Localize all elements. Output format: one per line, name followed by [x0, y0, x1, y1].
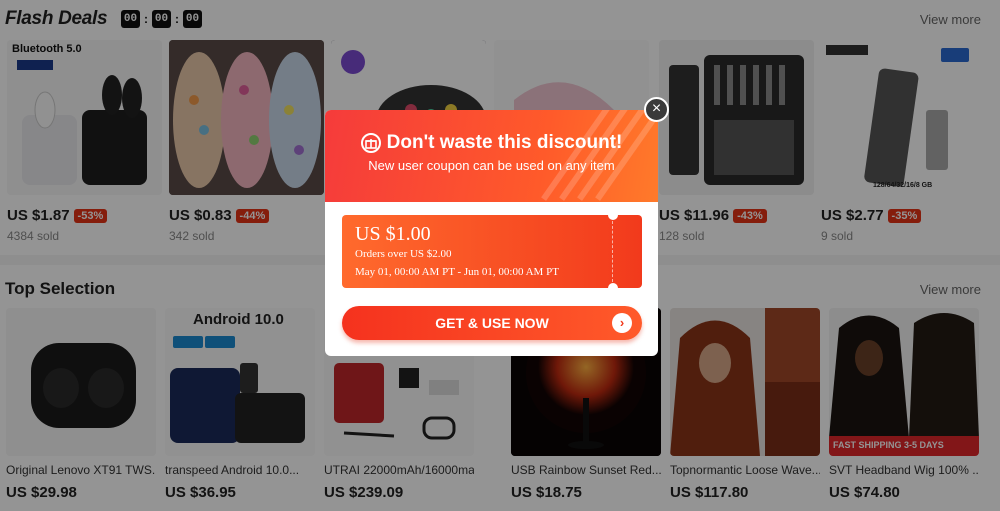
get-and-use-now-button[interactable]: GET & USE NOW › [342, 306, 642, 340]
coupon-modal: Don't waste this discount! New user coup… [325, 110, 658, 356]
coupon-condition: Orders over US $2.00 [355, 248, 452, 260]
close-icon[interactable]: × [644, 97, 669, 122]
arrow-right-icon: › [612, 313, 632, 333]
gift-icon [360, 133, 381, 153]
modal-subtitle: New user coupon can be used on any item [368, 158, 615, 173]
modal-header: Don't waste this discount! New user coup… [325, 110, 658, 202]
coupon-amount: US $1.00 [355, 223, 431, 245]
coupon-validity-dates: May 01, 00:00 AM PT - Jun 01, 00:00 AM P… [355, 266, 559, 278]
modal-title: Don't waste this discount! [386, 132, 623, 153]
coupon-card: US $1.00 Orders over US $2.00 May 01, 00… [342, 210, 642, 293]
get-and-use-now-label: GET & USE NOW [435, 315, 549, 331]
